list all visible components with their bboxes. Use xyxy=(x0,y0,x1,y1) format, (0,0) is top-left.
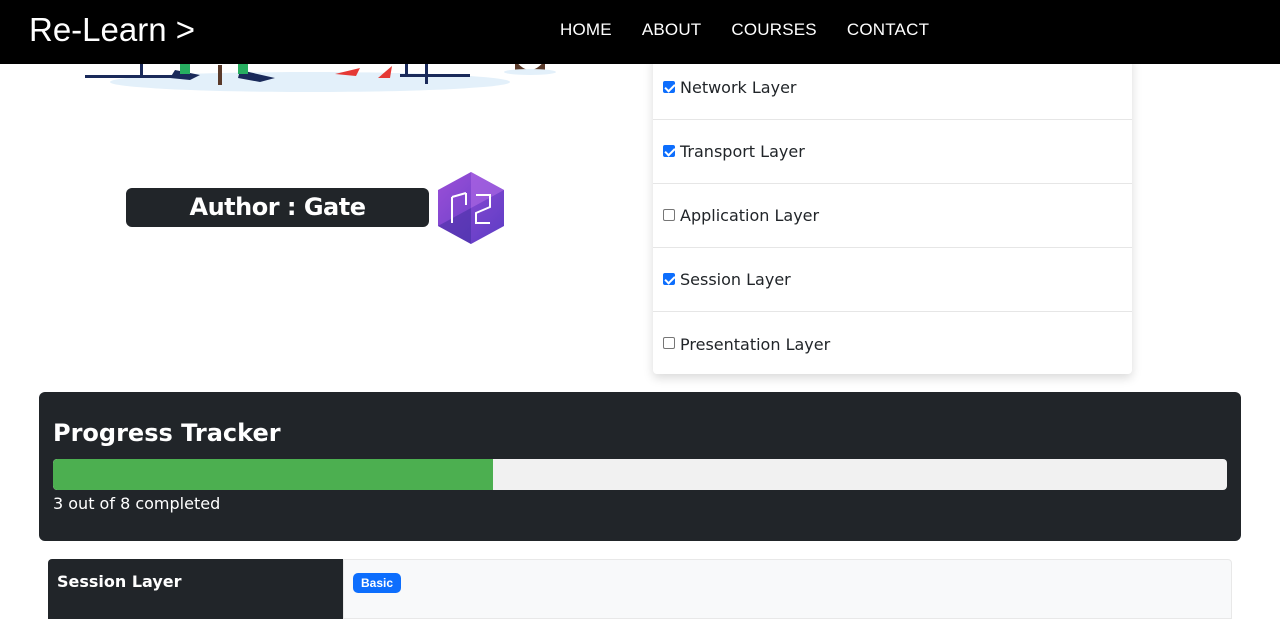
checklist-item-label: Transport Layer xyxy=(680,142,805,161)
progress-status-text: 3 out of 8 completed xyxy=(53,494,221,513)
author-badge: Author : Gate Smashers xyxy=(126,188,429,260)
checklist-item-transport-layer[interactable]: Transport Layer xyxy=(653,120,1132,184)
brand-logo[interactable]: Re-Learn > xyxy=(29,10,195,50)
checklist-item-network-layer[interactable]: Network Layer xyxy=(653,56,1132,120)
nav-about-link[interactable]: ABOUT xyxy=(642,20,702,40)
checklist-item-session-layer[interactable]: Session Layer xyxy=(653,248,1132,312)
checkbox-transport-layer[interactable] xyxy=(663,144,675,157)
checklist-item-label: Presentation Layer xyxy=(680,334,831,354)
nav-contact-link[interactable]: CONTACT xyxy=(847,20,929,40)
checkbox-presentation-layer[interactable] xyxy=(663,337,675,349)
checklist-item-application-layer[interactable]: Application Layer xyxy=(653,184,1132,248)
topic-title: Session Layer xyxy=(57,572,182,591)
progress-bar-fill xyxy=(53,459,494,490)
progress-title: Progress Tracker xyxy=(53,419,281,447)
nav-links: HOME ABOUT COURSES CONTACT xyxy=(560,20,929,40)
checkbox-application-layer[interactable] xyxy=(663,208,675,221)
checkbox-session-layer[interactable] xyxy=(663,272,675,285)
top-navbar: Re-Learn > HOME ABOUT COURSES CONTACT xyxy=(0,0,1280,64)
checkbox-network-layer[interactable] xyxy=(663,80,675,93)
topic-checklist: Network Layer Transport Layer Applicatio… xyxy=(653,56,1132,374)
level-badge: Basic xyxy=(353,573,402,593)
checklist-item-label: Network Layer xyxy=(680,78,797,97)
gate-smashers-logo-icon xyxy=(438,172,504,244)
checklist-item-label: Session Layer xyxy=(680,270,791,289)
progress-tracker: Progress Tracker 3 out of 8 completed xyxy=(39,392,1241,541)
topic-side-panel: Session Layer xyxy=(48,559,343,619)
checklist-item-label: Application Layer xyxy=(680,206,820,225)
nav-courses-link[interactable]: COURSES xyxy=(731,20,816,40)
nav-home-link[interactable]: HOME xyxy=(560,20,612,40)
checklist-item-presentation-layer[interactable]: Presentation Layer xyxy=(653,312,1132,376)
topic-content-panel: Basic xyxy=(343,559,1232,619)
progress-bar xyxy=(53,459,1227,490)
